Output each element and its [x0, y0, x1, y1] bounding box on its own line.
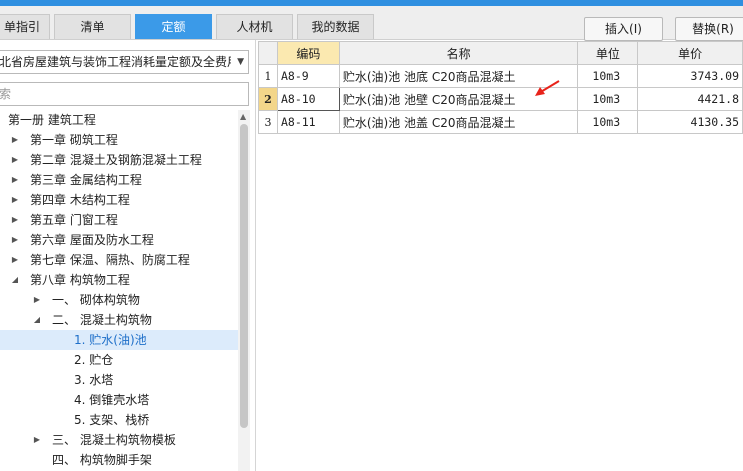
tree-node[interactable]: 3. 水塔 — [0, 370, 238, 390]
expand-arrow-icon[interactable]: ▶ — [32, 290, 42, 310]
table-row[interactable]: 2 A8-10 贮水(油)池 池壁 C20商品混凝土 10m3 4421.8 — [258, 87, 743, 111]
code-cell[interactable]: A8-10 — [276, 87, 340, 111]
red-arrow-annotation-icon — [535, 80, 560, 96]
tree-node[interactable]: ▶ 第一章 砌筑工程 — [0, 130, 238, 150]
unit-cell[interactable]: 10m3 — [577, 64, 639, 88]
price-cell[interactable]: 4421.8 — [637, 87, 743, 111]
row-number: 2 — [258, 87, 278, 111]
library-select-value: 北省房屋建筑与装饰工程消耗量定额及全费用 — [0, 55, 231, 69]
chapter-tree: 第一册 建筑工程 ▶ 第一章 砌筑工程 ▶ 第二章 混凝土及钢筋混凝土工程 ▶ 第三章 金属… — [0, 110, 238, 471]
tree-node[interactable]: 第一册 建筑工程 — [0, 110, 238, 130]
tree-node[interactable]: 2. 贮仓 — [0, 350, 238, 370]
tree-node[interactable]: 1. 贮水(油)池 — [0, 330, 238, 350]
table-row[interactable]: 1 A8-9 贮水(油)池 池底 C20商品混凝土 10m3 3743.09 — [258, 64, 743, 88]
price-cell[interactable]: 3743.09 — [637, 64, 743, 88]
tree-node-label: 第六章 屋面及防水工程 — [30, 233, 154, 247]
tree-node-label: 第八章 构筑物工程 — [30, 273, 130, 287]
chevron-down-icon[interactable]: ▼ — [237, 51, 244, 73]
name-column-header[interactable]: 名称 — [338, 41, 579, 65]
tree-node-label: 5. 支架、栈桥 — [74, 413, 150, 427]
tree-node-label: 一、 砌体构筑物 — [52, 293, 140, 307]
tree-node-label: 3. 水塔 — [74, 373, 114, 387]
insert-button[interactable]: 插入(I) — [584, 17, 663, 41]
tree-node[interactable]: 4. 倒锥壳水塔 — [0, 390, 238, 410]
search-input[interactable]: 索 — [0, 82, 249, 106]
tree-node[interactable]: ▶ 第七章 保温、隔热、防腐工程 — [0, 250, 238, 270]
expand-arrow-icon[interactable]: ▶ — [10, 130, 20, 150]
expand-arrow-icon[interactable]: ▶ — [10, 250, 20, 270]
expand-arrow-icon[interactable]: ▶ — [10, 230, 20, 250]
tab-labor-material-machine[interactable]: 人材机 — [216, 14, 293, 39]
price-column-header[interactable]: 单价 — [637, 41, 743, 65]
left-panel: 北省房屋建筑与装饰工程消耗量定额及全费用 ▼ 索 第一册 建筑工程 ▶ 第一章 砌筑… — [0, 40, 256, 471]
price-cell[interactable]: 4130.35 — [637, 110, 743, 134]
tab-bill[interactable]: 清单 — [54, 14, 131, 39]
tree-node-label: 二、 混凝土构筑物 — [52, 313, 152, 327]
table-row[interactable]: 3 A8-11 贮水(油)池 池盖 C20商品混凝土 10m3 4130.35 — [258, 110, 743, 134]
tree-scrollbar[interactable]: ▲ — [238, 110, 250, 471]
expand-arrow-icon[interactable]: ▶ — [10, 210, 20, 230]
scroll-up-icon[interactable]: ▲ — [240, 112, 246, 121]
collapse-arrow-icon[interactable]: ◢ — [32, 310, 42, 330]
tree-node[interactable]: ◢ 第八章 构筑物工程 — [0, 270, 238, 290]
replace-button[interactable]: 替换(R) — [675, 17, 743, 41]
tree-node[interactable]: ▶ 第六章 屋面及防水工程 — [0, 230, 238, 250]
code-cell[interactable]: A8-11 — [276, 110, 340, 134]
tree-node[interactable]: ▶ 第三章 金属结构工程 — [0, 170, 238, 190]
tab-guide[interactable]: 单指引 — [0, 14, 50, 39]
tree-node-label: 四、 构筑物脚手架 — [52, 453, 152, 467]
code-column-header[interactable]: 编码 — [276, 41, 340, 65]
tab-quota[interactable]: 定额 — [135, 14, 212, 39]
expand-arrow-icon[interactable]: ▶ — [10, 150, 20, 170]
tree-node-label: 第三章 金属结构工程 — [30, 173, 142, 187]
tree-node-label: 第二章 混凝土及钢筋混凝土工程 — [30, 153, 202, 167]
expand-arrow-icon[interactable]: ▶ — [10, 190, 20, 210]
tree-node-label: 三、 混凝土构筑物模板 — [52, 433, 176, 447]
unit-column-header[interactable]: 单位 — [577, 41, 639, 65]
tree-node-label: 第一册 建筑工程 — [8, 113, 96, 127]
library-select[interactable]: 北省房屋建筑与装饰工程消耗量定额及全费用 ▼ — [0, 50, 249, 74]
tree-node-label: 第一章 砌筑工程 — [30, 133, 118, 147]
unit-cell[interactable]: 10m3 — [577, 87, 639, 111]
tree-node[interactable]: ▶ 第四章 木结构工程 — [0, 190, 238, 210]
tree-node[interactable]: ▶ 第五章 门窗工程 — [0, 210, 238, 230]
tab-bar: 单指引 清单 定额 人材机 我的数据 插入(I) 替换(R) — [0, 6, 743, 41]
tree-node-label: 1. 贮水(油)池 — [74, 333, 147, 347]
tree-node[interactable]: 5. 支架、栈桥 — [0, 410, 238, 430]
row-number-header — [258, 41, 278, 65]
tree-node-label: 第七章 保温、隔热、防腐工程 — [30, 253, 190, 267]
tree-node[interactable]: ▶ 第二章 混凝土及钢筋混凝土工程 — [0, 150, 238, 170]
tree-node-label: 第五章 门窗工程 — [30, 213, 118, 227]
tree-node-label: 第四章 木结构工程 — [30, 193, 130, 207]
tab-my-data[interactable]: 我的数据 — [297, 14, 374, 39]
tree-node-label: 4. 倒锥壳水塔 — [74, 393, 150, 407]
expand-arrow-icon[interactable]: ▶ — [32, 430, 42, 450]
unit-cell[interactable]: 10m3 — [577, 110, 639, 134]
tree-node[interactable]: ◢ 二、 混凝土构筑物 — [0, 310, 238, 330]
expand-arrow-icon[interactable]: ▶ — [10, 170, 20, 190]
quota-grid: 编码 名称 单位 单价 1 A8-9 贮水(油)池 池底 C20商品混凝土 10… — [258, 41, 743, 134]
scrollbar-thumb[interactable] — [240, 124, 248, 428]
row-number: 1 — [258, 64, 278, 88]
tree-node-label: 2. 贮仓 — [74, 353, 114, 367]
row-number: 3 — [258, 110, 278, 134]
collapse-arrow-icon[interactable]: ◢ — [10, 270, 20, 290]
name-cell[interactable]: 贮水(油)池 池盖 C20商品混凝土 — [338, 110, 579, 134]
code-cell[interactable]: A8-9 — [276, 64, 340, 88]
tree-node[interactable]: 四、 构筑物脚手架 — [0, 450, 238, 470]
tree-node[interactable]: ▶ 一、 砌体构筑物 — [0, 290, 238, 310]
tree-node[interactable]: ▶ 三、 混凝土构筑物模板 — [0, 430, 238, 450]
